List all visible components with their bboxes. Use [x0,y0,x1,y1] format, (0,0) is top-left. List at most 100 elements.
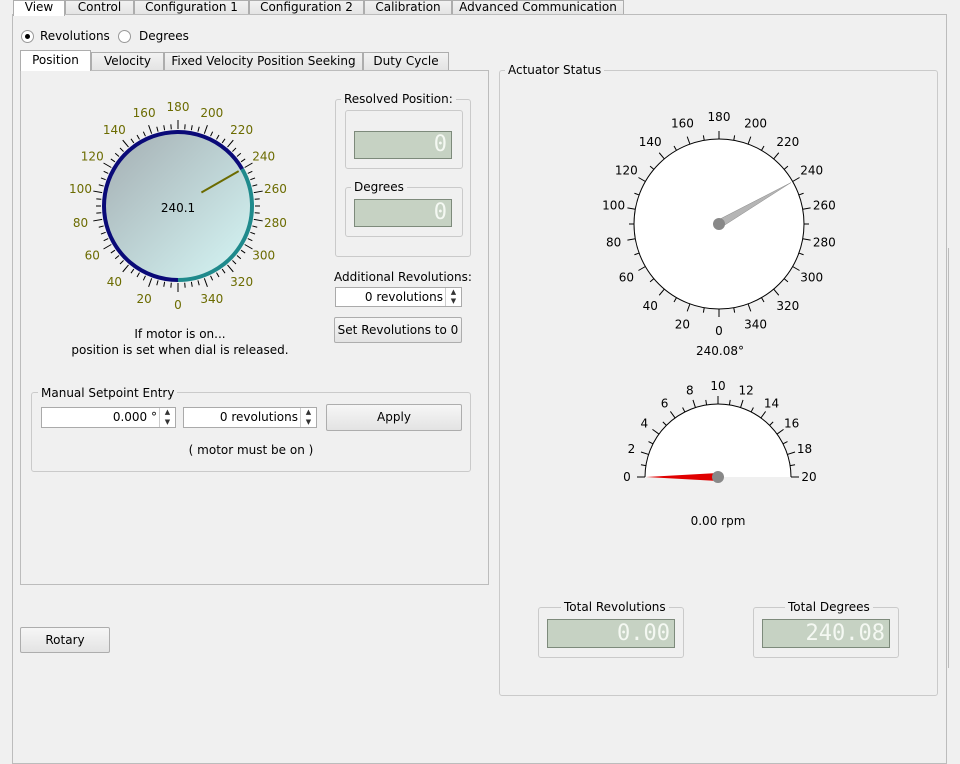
dial-tick-label: 340 [200,292,223,306]
setpoint-revolutions-value: 0 revolutions [220,408,298,427]
setpoint-revolutions-spinbox[interactable]: 0 revolutions ▲▼ [183,407,317,428]
tab-configuration-1[interactable]: Configuration 1 [134,0,249,15]
speed-gauge-tick [790,465,795,466]
position-gauge-tick [793,267,800,271]
dial-tick-label: 200 [200,106,223,120]
dial-tick [111,250,115,253]
dial-tick [232,260,236,264]
spin-down-icon[interactable]: ▼ [160,418,175,428]
subtab-duty-cycle-label: Duty Cycle [373,54,438,68]
position-gauge-tick [650,279,654,282]
tab-control[interactable]: Control [65,0,134,15]
dial-tick [217,135,220,139]
tab-calibration[interactable]: Calibration [364,0,452,15]
dial-tick [137,273,140,277]
resolved-position-title: Resolved Position: [341,92,456,106]
dial-tick [198,127,199,132]
tab-configuration-2[interactable]: Configuration 2 [249,0,364,15]
speed-gauge-tick-label: 10 [710,379,725,393]
dial-tick-label: 240 [252,150,275,164]
speed-gauge-tick [787,452,795,454]
apply-button[interactable]: Apply [326,404,462,431]
spin-up-icon[interactable]: ▲ [446,288,461,297]
dial-tick [104,163,112,168]
dial-tick [93,191,102,193]
setpoint-degrees-spinbox[interactable]: 0.000 ° ▲▼ [41,407,176,428]
speed-gauge-tick-label: 0 [623,470,631,484]
degrees-radio-label: Degrees [139,29,189,43]
position-gauge-tick [784,279,788,282]
degrees-radio[interactable] [118,30,131,43]
spin-down-icon[interactable]: ▼ [446,297,461,306]
dial-tick [123,140,129,147]
spin-down-icon[interactable]: ▼ [301,418,316,428]
dial-tick [149,278,152,286]
tab-view[interactable]: View [13,0,65,16]
dial-tick [237,153,241,156]
revolutions-radio[interactable] [21,30,34,43]
subtab-position-label: Position [32,53,79,67]
position-gauge-tick [748,304,751,312]
position-gauge-tick-label: 180 [708,110,731,124]
speed-gauge-tick-label: 20 [801,470,816,484]
dial-tick-label: 0 [174,298,182,310]
set-revolutions-button[interactable]: Set Revolutions to 0 [334,317,462,343]
position-gauge-tick [748,137,751,145]
position-gauge-tick [803,208,811,209]
dial-tick [222,269,225,273]
spin-up-icon[interactable]: ▲ [301,408,316,418]
total-revolutions-display: 0.00 [547,619,675,648]
subtab-position[interactable]: Position [20,50,91,71]
dial-tick [120,260,124,264]
dial-tick [211,276,213,281]
dial-tick [101,232,106,234]
position-gauge-tick [659,153,664,159]
dial-tick [250,232,255,234]
position-gauge-tick [627,208,635,209]
speed-gauge-tick [663,422,667,426]
resolved-position-display: 0 [354,131,452,159]
position-gauge-tick [687,304,690,312]
position-gauge: 0204060801001201401601802002202402602803… [590,105,850,340]
additional-revolutions-label: Additional Revolutions: [334,270,472,284]
tab-control-label: Control [78,0,121,14]
speed-gauge-tick [649,442,653,444]
tab-advanced-communication-label: Advanced Communication [459,0,617,14]
dial-tick [252,185,257,186]
dial-tick [211,132,213,137]
speed-gauge-tick [729,400,730,405]
position-gauge-tick [638,267,645,271]
rotary-button[interactable]: Rotary [20,627,110,653]
dial-tick [245,163,253,168]
dial-tick-label: 220 [230,123,253,137]
position-gauge-tick-label: 40 [643,299,658,313]
position-gauge-tick-label: 120 [615,164,638,178]
dial-tick-label: 40 [107,275,122,289]
dial-tick-label: 20 [136,292,151,306]
dial-tick [164,125,165,130]
position-gauge-tick [674,298,677,302]
position-gauge-tick [659,289,664,295]
subtab-fixed-velocity[interactable]: Fixed Velocity Position Seeking [164,52,363,71]
dial-tick [104,171,109,173]
dial-tick [222,139,225,143]
dial-tick [198,280,199,285]
spin-up-icon[interactable]: ▲ [160,408,175,418]
tab-view-label: View [25,0,53,14]
position-gauge-tick-label: 240 [800,164,823,178]
dial-tick [164,282,165,287]
position-gauge-tick-label: 340 [744,318,767,332]
dial-tick [227,265,233,272]
tab-advanced-communication[interactable]: Advanced Communication [452,0,624,15]
position-gauge-tick [799,253,804,255]
speed-gauge-readout: 0.00 rpm [668,514,768,528]
tab-calibration-label: Calibration [375,0,440,14]
degrees-box-title: Degrees [351,180,407,194]
dial-tick [101,178,106,180]
speed-gauge-tick [693,400,695,408]
position-gauge-tick [634,253,639,255]
subtab-duty-cycle[interactable]: Duty Cycle [363,52,449,71]
additional-revolutions-spinbox[interactable]: 0 revolutions ▲▼ [335,287,462,307]
position-dial[interactable]: 240.1 0204060801001201401601802002202402… [60,100,300,310]
subtab-velocity[interactable]: Velocity [91,52,164,71]
